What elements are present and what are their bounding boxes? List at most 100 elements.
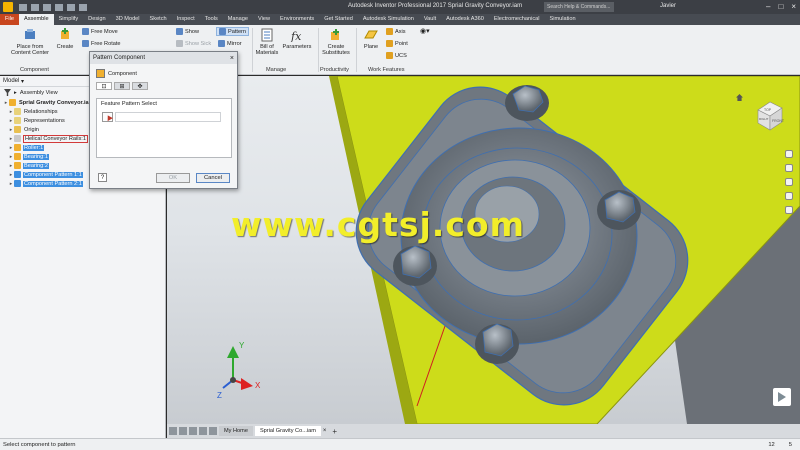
part-icon [14,135,21,142]
pan-icon[interactable] [785,164,793,172]
bolt-right[interactable] [597,190,641,230]
tab-autodesk-a360[interactable]: Autodesk A360 [441,14,489,25]
feature-pattern-select-button[interactable] [102,112,113,122]
bolt-top[interactable] [505,85,549,121]
tab-rectangular-pattern[interactable]: ⊞ [114,82,130,90]
manage-group-label[interactable]: Manage [266,67,286,73]
look-at-icon[interactable] [785,206,793,214]
status-bar: Select component to pattern 12 5 [0,438,800,450]
new-icon[interactable] [19,3,27,11]
graphics-viewport[interactable]: Y X Z [167,76,800,424]
tab-design[interactable]: Design [83,14,110,25]
show-icon [176,28,183,35]
show-sick-button[interactable]: Show Sick [176,40,211,47]
productivity-group-label[interactable]: Productivity [320,67,349,73]
tab-3d-model[interactable]: 3D Model [111,14,145,25]
tab-inspect[interactable]: Inspect [172,14,200,25]
tab-manage[interactable]: Manage [223,14,253,25]
undo-icon[interactable] [55,3,63,11]
cancel-button[interactable]: Cancel [196,173,230,183]
tree-item-label: Bearing:1 [23,153,49,160]
bolt-bottom[interactable] [475,323,519,364]
cascade-icon[interactable] [189,427,197,435]
ok-button[interactable]: OK [156,173,190,183]
tab-my-home[interactable]: My Home [219,426,253,436]
inventor-logo-icon[interactable] [3,2,13,12]
tab-autodesk-simulation[interactable]: Autodesk Simulation [358,14,419,25]
bom-icon [261,28,273,42]
show-button[interactable]: Show [176,28,199,35]
tab-file[interactable]: File [0,14,20,25]
tree-item-label: Helical Conveyor Rails:1 [23,134,88,143]
redo-icon[interactable] [67,3,75,11]
tab-associative-pattern[interactable]: ⊡ [96,82,112,90]
help-search-input[interactable]: Search Help & Commands... [544,2,614,12]
browser-title[interactable]: Model [3,78,19,84]
component-select-icon[interactable] [96,69,105,78]
bolt-left[interactable] [393,245,437,286]
tab-sketch[interactable]: Sketch [145,14,172,25]
tab-view[interactable]: View [253,14,275,25]
create-label: Create [56,44,74,50]
tab-environments[interactable]: Environments [275,14,319,25]
new-tab-icon[interactable]: + [332,427,337,436]
pattern-button[interactable]: Pattern [216,27,250,36]
maximize-icon[interactable]: □ [778,2,783,11]
free-move-button[interactable]: Free Move [82,28,118,35]
tab-tools[interactable]: Tools [200,14,223,25]
tab-get-started[interactable]: Get Started [319,14,358,25]
full-navigation-wheel-icon[interactable] [785,150,793,158]
free-rotate-button[interactable]: Free Rotate [82,40,121,47]
tab-assemble[interactable]: Assemble [19,14,54,25]
component-group-label[interactable]: Component [20,67,49,73]
browser-dropdown-icon[interactable]: ▾ [19,78,24,85]
parameters-button[interactable]: fx Parameters [282,28,312,50]
create-button[interactable]: Create [55,28,75,50]
show-label: Show [185,28,199,35]
viewcube[interactable]: TOP FRONT RIGHT [750,96,790,136]
help-button[interactable]: ? [98,173,107,182]
mirror-button[interactable]: Mirror [218,40,242,47]
orbit-icon[interactable] [785,192,793,200]
plane-button[interactable]: Plane [360,28,382,50]
tab-simulation[interactable]: Simulation [545,14,581,25]
place-label: Place from Content Center [11,44,49,56]
ribbon-tabs: File Assemble Simplify Design 3D Model Sketch… [0,14,800,25]
view-dropdown-icon[interactable]: ▸ [14,90,17,96]
tab-active-document[interactable]: Sprial Gravity Co...iam [254,426,321,436]
ucs-button[interactable]: UCS [386,52,407,59]
windows-list-icon[interactable] [209,427,217,435]
tile-horizontal-icon[interactable] [169,427,177,435]
assembly-view-label[interactable]: Assembly View [20,90,58,96]
feature-pattern-field[interactable] [115,112,221,122]
filter-icon[interactable] [4,89,11,96]
tab-circular-pattern[interactable]: ✥ [132,82,148,90]
tab-simplify[interactable]: Simplify [54,14,84,25]
ucs-icon [386,52,393,59]
free-rotate-icon [82,40,89,47]
free-move-icon [82,28,89,35]
ribbon-options-button[interactable]: ◉▾ [420,27,430,35]
3d-model-scene[interactable]: Y X Z [167,76,800,424]
point-button[interactable]: Point [386,40,408,47]
tab-vault[interactable]: Vault [419,14,441,25]
close-icon[interactable]: × [230,55,234,62]
open-icon[interactable] [31,3,39,11]
axis-button[interactable]: Axis [386,28,406,35]
minimize-icon[interactable]: – [766,2,770,11]
place-from-content-center-button[interactable]: Place from Content Center [6,28,54,56]
save-icon[interactable] [43,3,51,11]
arrange-icon[interactable] [199,427,207,435]
home-icon[interactable] [79,3,87,11]
ucs-label: UCS [395,52,407,59]
bill-of-materials-button[interactable]: Bill of Materials [254,28,280,56]
zoom-icon[interactable] [785,178,793,186]
close-icon[interactable]: × [791,2,796,11]
tile-vertical-icon[interactable] [179,427,187,435]
user-name[interactable]: Javier [660,3,676,9]
work-features-group-label[interactable]: Work Features [368,67,405,73]
dropdown-circle-icon: ◉▾ [420,28,430,35]
tab-electromechanical[interactable]: Electromechanical [489,14,545,25]
close-tab-icon[interactable]: × [323,428,327,434]
create-substitutes-button[interactable]: Create Substitutes [320,28,352,56]
